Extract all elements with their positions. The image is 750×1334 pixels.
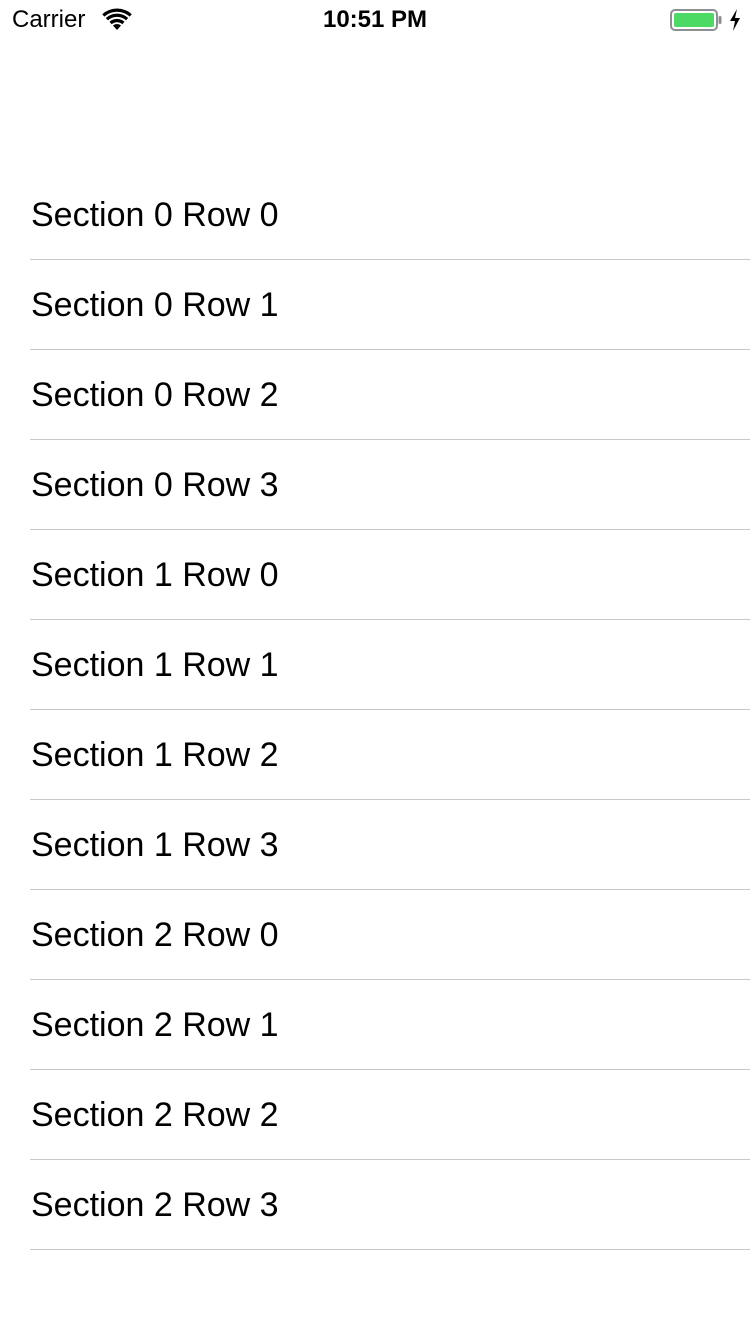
table-row[interactable]: Section 0 Row 3 — [0, 440, 750, 530]
table-view[interactable]: Section 0 Row 0 Section 0 Row 1 Section … — [0, 170, 750, 1250]
table-row[interactable]: Section 1 Row 2 — [0, 710, 750, 800]
row-label: Section 1 Row 0 — [31, 556, 279, 594]
row-label: Section 1 Row 3 — [31, 826, 279, 864]
row-separator — [30, 1249, 750, 1250]
table-row[interactable]: Section 0 Row 1 — [0, 260, 750, 350]
table-row[interactable]: Section 2 Row 3 — [0, 1160, 750, 1250]
row-label: Section 1 Row 1 — [31, 646, 279, 684]
table-row[interactable]: Section 2 Row 2 — [0, 1070, 750, 1160]
charging-bolt-icon — [728, 8, 742, 32]
table-row[interactable]: Section 0 Row 2 — [0, 350, 750, 440]
table-row[interactable]: Section 2 Row 0 — [0, 890, 750, 980]
status-time: 10:51 PM — [322, 6, 428, 33]
table-row[interactable]: Section 1 Row 0 — [0, 530, 750, 620]
row-label: Section 2 Row 2 — [31, 1096, 279, 1134]
row-label: Section 0 Row 0 — [31, 196, 279, 234]
row-label: Section 0 Row 2 — [31, 376, 279, 414]
row-label: Section 2 Row 3 — [31, 1186, 279, 1224]
row-label: Section 0 Row 3 — [31, 466, 279, 504]
battery-icon — [670, 9, 722, 31]
row-label: Section 2 Row 1 — [31, 1006, 279, 1044]
table-row[interactable]: Section 1 Row 3 — [0, 800, 750, 890]
row-label: Section 2 Row 0 — [31, 916, 279, 954]
table-row[interactable]: Section 0 Row 0 — [0, 170, 750, 260]
row-label: Section 0 Row 1 — [31, 286, 279, 324]
row-label: Section 1 Row 2 — [31, 736, 279, 774]
status-bar: Carrier 10:51 PM — [0, 0, 750, 40]
table-row[interactable]: Section 1 Row 1 — [0, 620, 750, 710]
table-row[interactable]: Section 2 Row 1 — [0, 980, 750, 1070]
